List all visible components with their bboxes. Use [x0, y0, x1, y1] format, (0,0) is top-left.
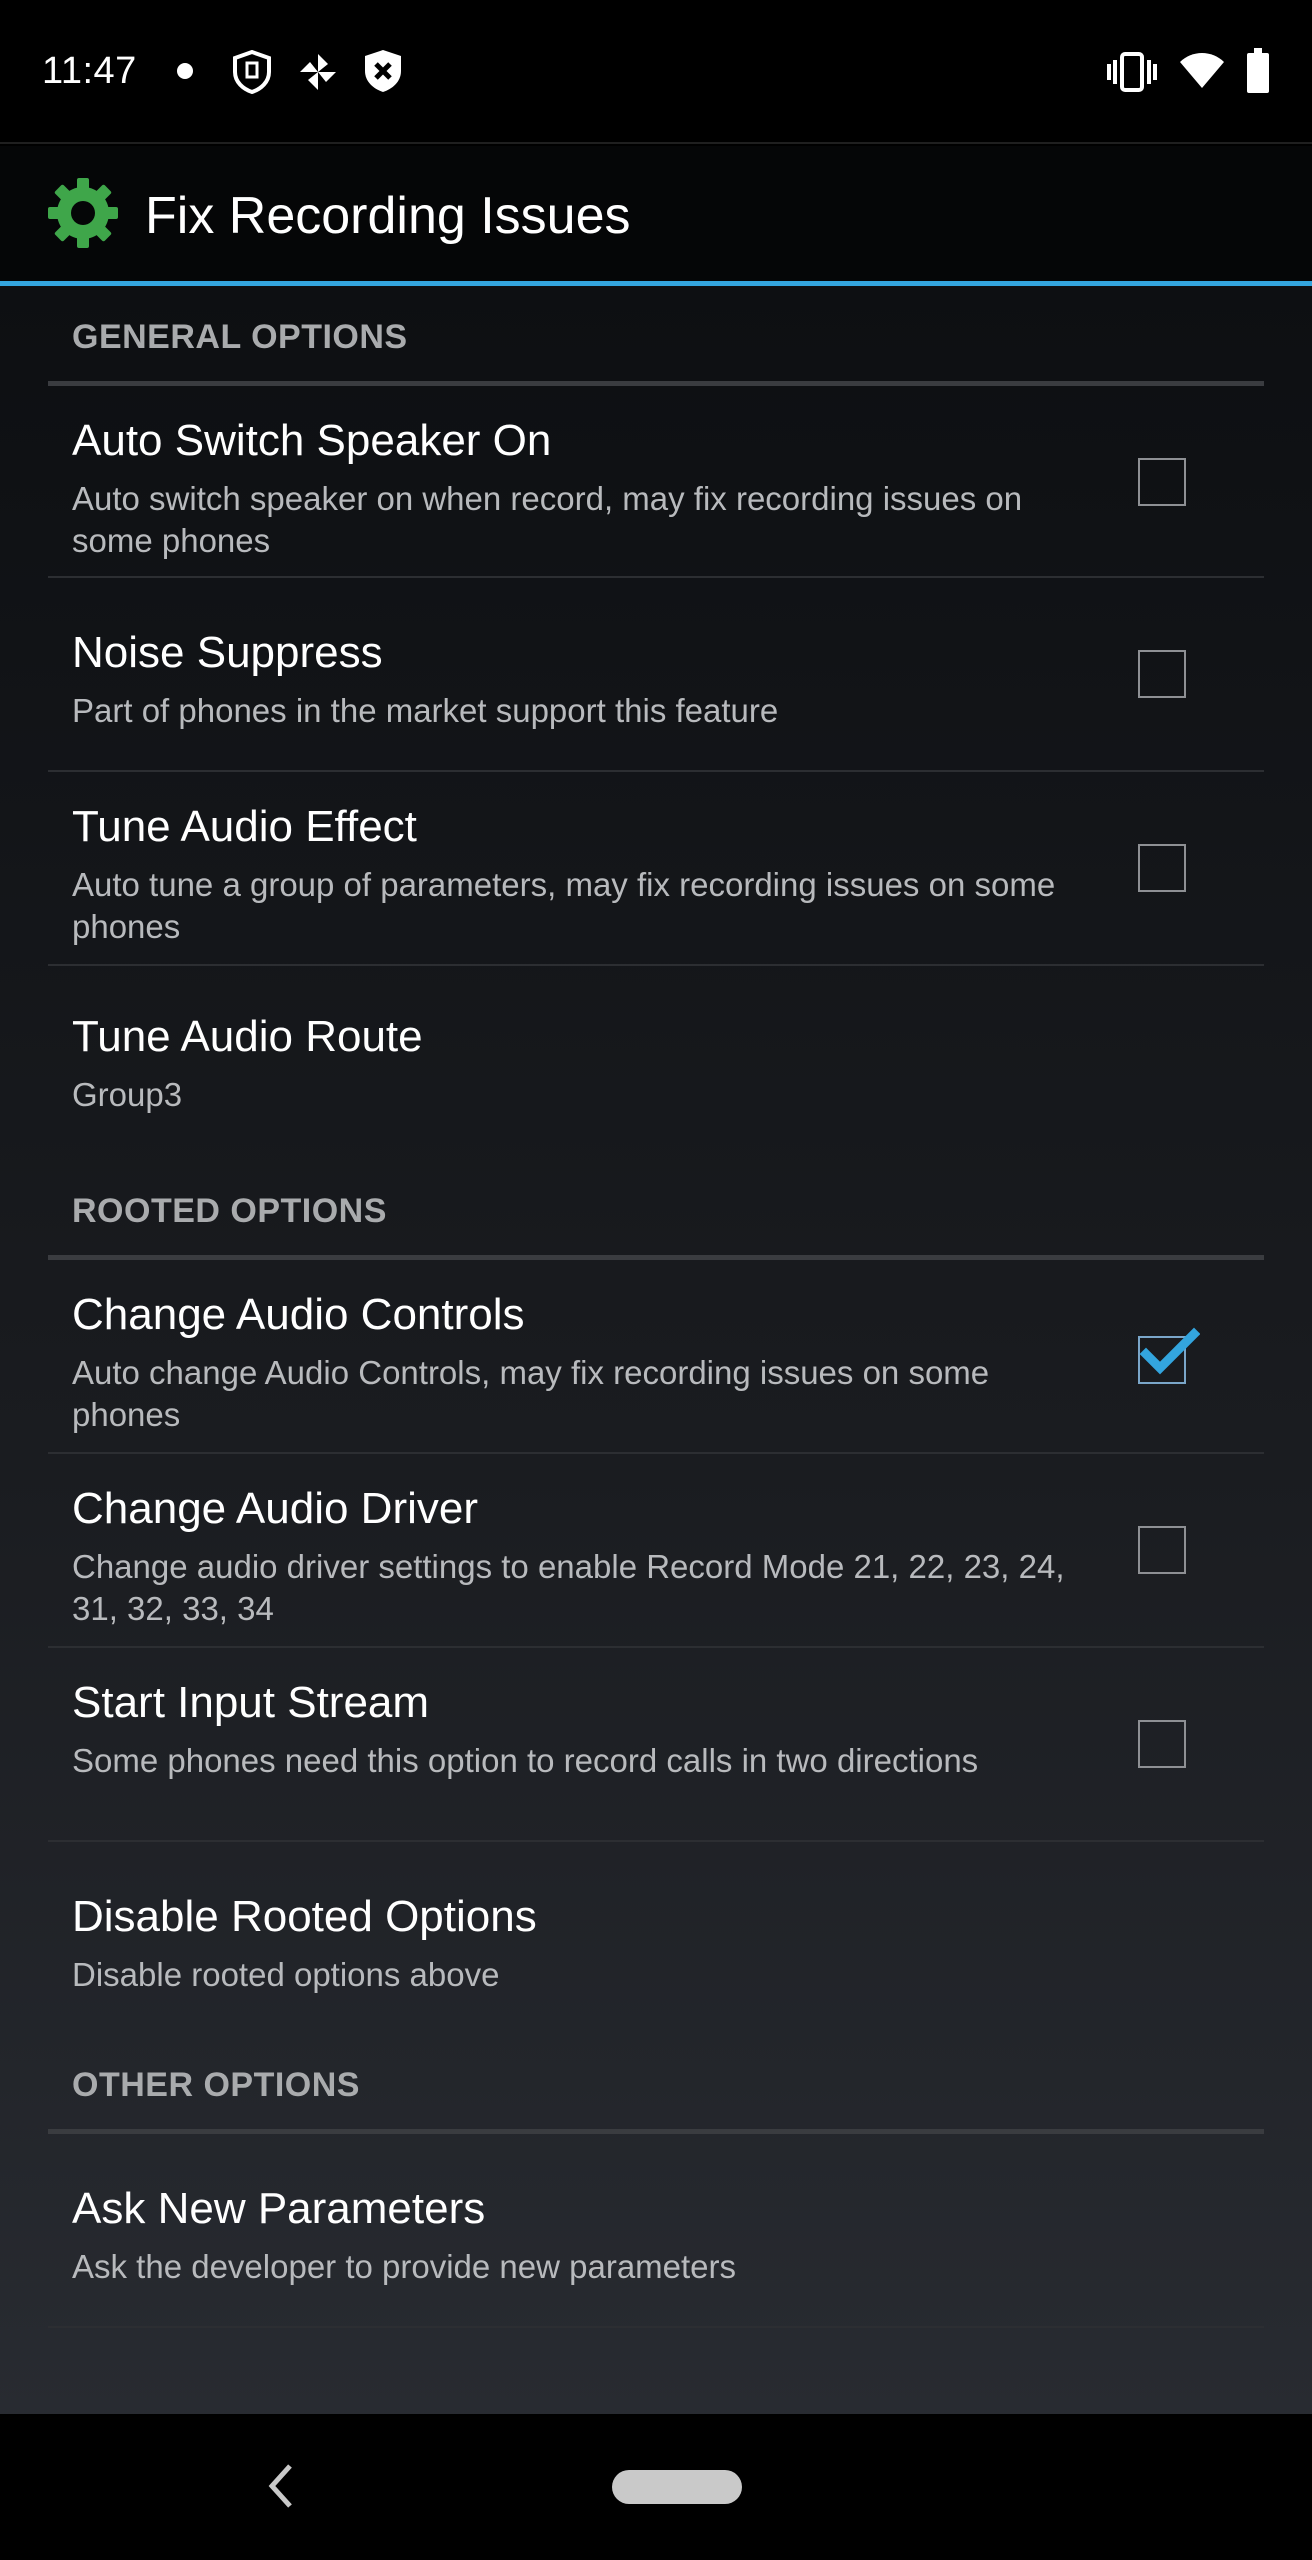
section-header-label: GENERAL OPTIONS [72, 318, 408, 356]
section-header-label: OTHER OPTIONS [72, 2066, 360, 2104]
gear-icon [48, 178, 118, 248]
status-bar: 11:47 [0, 0, 1312, 144]
pref-summary: Auto change Audio Controls, may fix reco… [72, 1354, 990, 1433]
pref-summary: Change audio driver settings to enable R… [72, 1548, 1065, 1627]
pref-change-audio-controls[interactable]: Change Audio Controls Auto change Audio … [48, 1260, 1264, 1454]
pref-summary: Disable rooted options above [72, 1956, 500, 1993]
checkmark-icon [1139, 1327, 1200, 1375]
dot-icon [177, 63, 193, 79]
pref-title: Tune Audio Route [72, 1012, 423, 1061]
checkbox-change-audio-controls[interactable] [1138, 1327, 1200, 1384]
pref-auto-switch-speaker[interactable]: Auto Switch Speaker On Auto switch speak… [48, 386, 1264, 578]
pref-title: Start Input Stream [72, 1678, 430, 1727]
pinwheel-icon [300, 54, 336, 90]
pref-title: Tune Audio Effect [72, 802, 417, 851]
pref-start-input-stream[interactable]: Start Input Stream Some phones need this… [48, 1648, 1264, 1842]
pref-summary: Part of phones in the market support thi… [72, 692, 779, 729]
section-header-label: ROOTED OPTIONS [72, 1192, 387, 1230]
page-title: Fix Recording Issues [145, 187, 631, 245]
wifi-icon [1180, 53, 1224, 88]
checkbox-change-audio-driver[interactable] [1138, 1526, 1186, 1574]
pref-summary: Some phones need this option to record c… [72, 1742, 979, 1779]
checkbox-start-input-stream[interactable] [1138, 1720, 1186, 1768]
pref-tune-audio-route[interactable]: Tune Audio Route Group3 [48, 966, 1264, 1152]
pref-summary: Ask the developer to provide new paramet… [72, 2248, 737, 2285]
home-pill-icon[interactable] [612, 2470, 742, 2504]
checkbox-noise-suppress[interactable] [1138, 650, 1186, 698]
pref-ask-new-parameters[interactable]: Ask New Parameters Ask the developer to … [48, 2134, 1264, 2328]
pref-title: Auto Switch Speaker On [72, 416, 552, 465]
pref-change-audio-driver[interactable]: Change Audio Driver Change audio driver … [48, 1454, 1264, 1648]
checkbox-tune-audio-effect[interactable] [1138, 844, 1186, 892]
navigation-bar [0, 2414, 1312, 2560]
pref-title: Noise Suppress [72, 628, 383, 677]
pref-summary: Auto tune a group of parameters, may fix… [72, 866, 1056, 945]
battery-icon [1247, 48, 1269, 93]
shield-icon [233, 50, 271, 94]
pref-summary: Auto switch speaker on when record, may … [72, 480, 1023, 559]
checkbox-auto-switch-speaker[interactable] [1138, 458, 1186, 506]
pref-title: Change Audio Driver [72, 1484, 479, 1533]
pref-tune-audio-effect[interactable]: Tune Audio Effect Auto tune a group of p… [48, 772, 1264, 966]
shield-x-icon [365, 50, 401, 92]
preferences-list[interactable]: GENERAL OPTIONS Auto Switch Speaker On A… [0, 286, 1312, 2414]
action-bar: Fix Recording Issues [0, 146, 1312, 282]
status-time: 11:47 [42, 50, 137, 92]
pref-summary: Group3 [72, 1076, 183, 1113]
pref-title: Change Audio Controls [72, 1290, 525, 1339]
section-header-general: GENERAL OPTIONS [48, 286, 1264, 386]
pref-title: Ask New Parameters [72, 2184, 486, 2233]
pref-disable-rooted-options[interactable]: Disable Rooted Options Disable rooted op… [48, 1842, 1264, 2032]
pref-noise-suppress[interactable]: Noise Suppress Part of phones in the mar… [48, 578, 1264, 772]
vibrate-icon [1107, 52, 1157, 92]
back-chevron-icon[interactable] [262, 2460, 302, 2512]
section-header-rooted: ROOTED OPTIONS [48, 1160, 1264, 1260]
section-header-other: OTHER OPTIONS [48, 2034, 1264, 2134]
pref-title: Disable Rooted Options [72, 1892, 537, 1941]
